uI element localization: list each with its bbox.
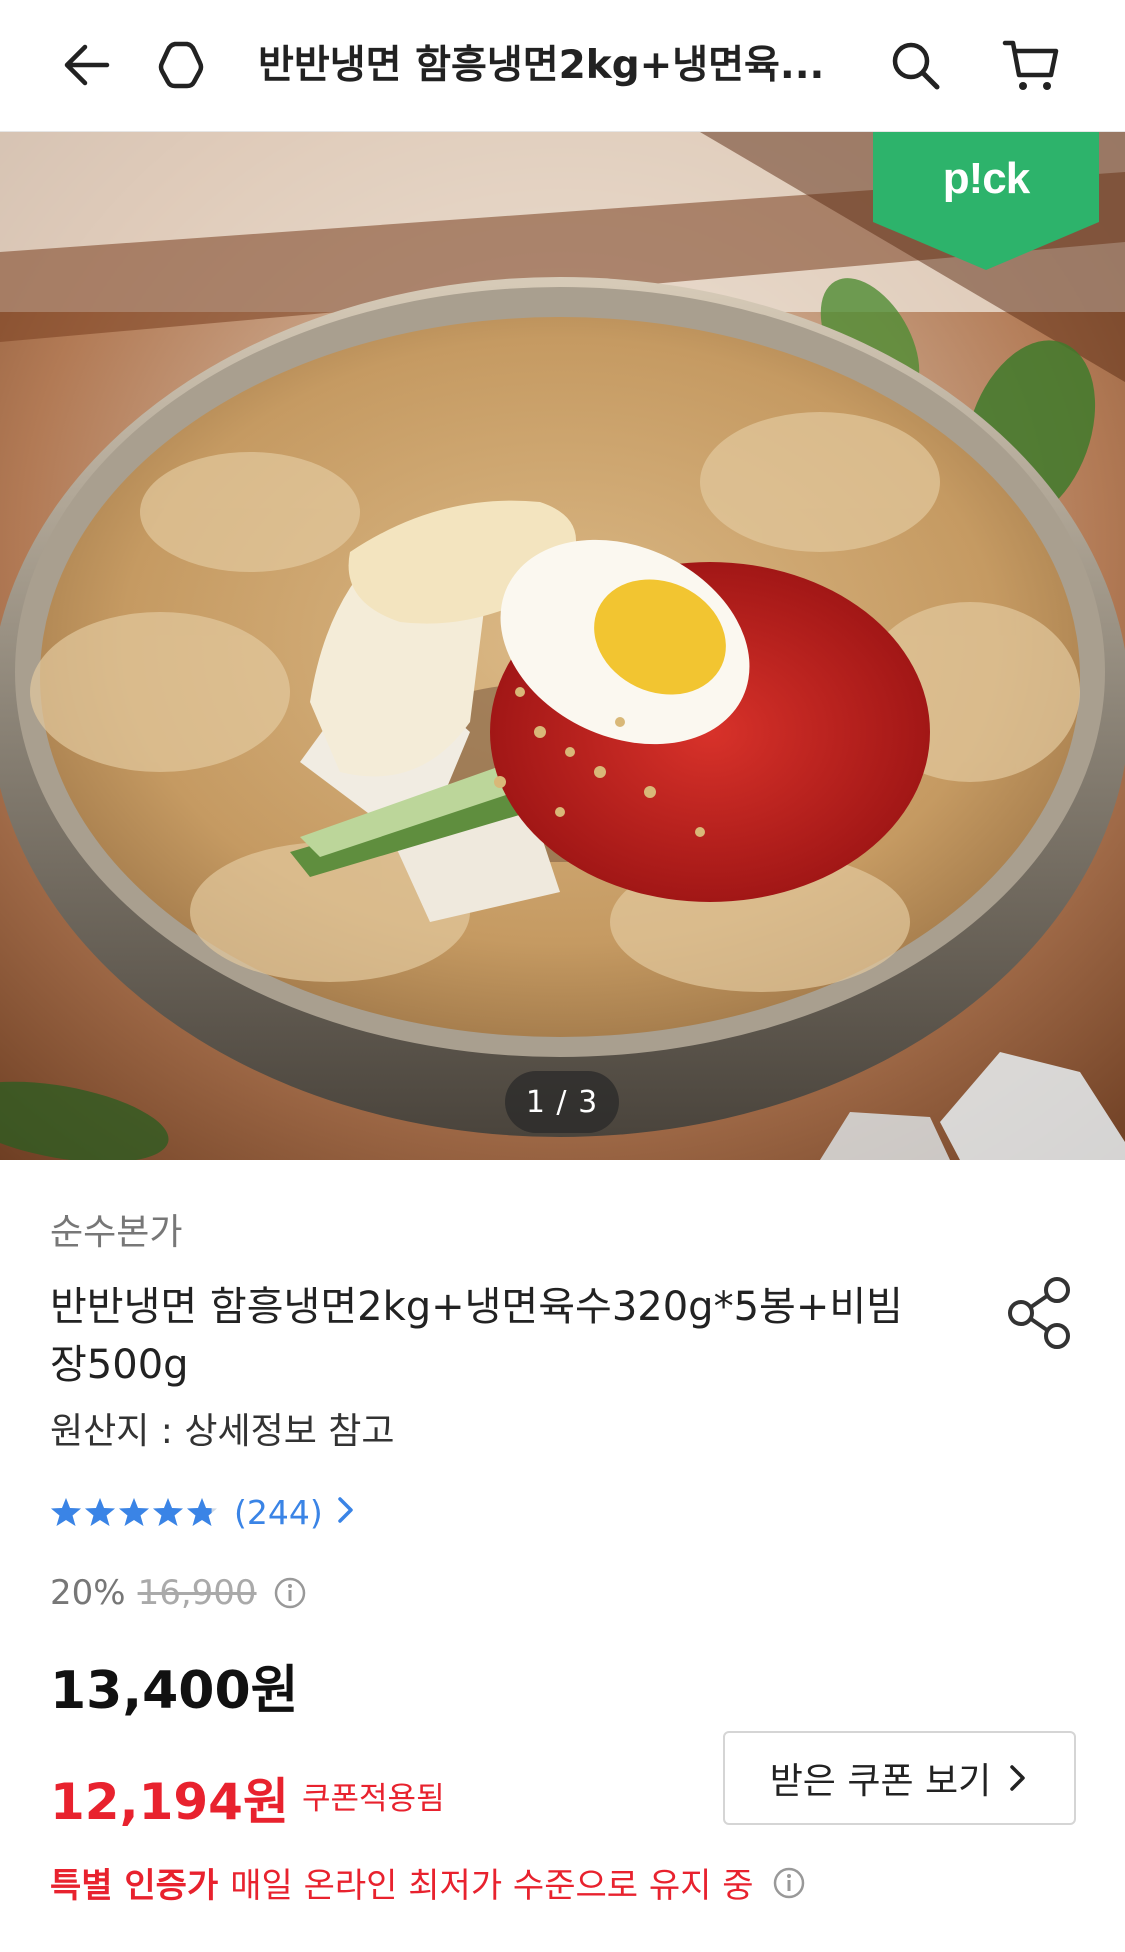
page-title: 반반냉면 함흥냉면2kg+냉면육... xyxy=(258,43,825,88)
star-rating xyxy=(50,1496,218,1528)
view-coupons-button[interactable]: 받은 쿠폰 보기 xyxy=(723,1731,1076,1825)
review-count[interactable]: (244) xyxy=(234,1493,323,1532)
special-price-label: 특별 인증가 xyxy=(50,1866,219,1906)
image-pager: 1 / 3 xyxy=(505,1071,619,1133)
cart-icon xyxy=(1002,40,1059,90)
coupon-price: 12,194원 xyxy=(50,1773,289,1831)
star-icon xyxy=(85,1498,115,1526)
star-icon xyxy=(153,1498,183,1526)
view-coupons-label: 받은 쿠폰 보기 xyxy=(769,1761,992,1802)
origin-info: 원산지 : 상세정보 참고 xyxy=(50,1411,395,1452)
product-title: 반반냉면 함흥냉면2kg+냉면육수320g*5봉+비빔장500g xyxy=(50,1284,903,1388)
star-icon xyxy=(51,1498,81,1526)
home-button[interactable] xyxy=(146,30,216,100)
info-icon[interactable] xyxy=(273,1576,307,1610)
share-icon xyxy=(1008,1277,1070,1349)
product-image-carousel[interactable]: p!ck 1 / 3 xyxy=(0,132,1125,1160)
original-price-row: 20% 16,900 xyxy=(50,1573,307,1613)
discount-rate: 20% xyxy=(50,1573,126,1613)
search-icon xyxy=(892,42,940,90)
arrow-left-icon xyxy=(64,44,110,86)
original-price: 16,900 xyxy=(137,1573,257,1613)
sale-price: 13,400원 xyxy=(50,1661,299,1721)
star-icon xyxy=(119,1498,149,1526)
share-button[interactable] xyxy=(1000,1273,1080,1353)
home-icon xyxy=(158,41,204,89)
brand-name[interactable]: 순수본가 xyxy=(50,1203,182,1255)
cart-button[interactable] xyxy=(996,30,1066,100)
info-icon[interactable] xyxy=(772,1866,806,1900)
chevron-right-icon xyxy=(335,1494,357,1530)
rating-row[interactable]: (244) xyxy=(50,1487,357,1537)
lowest-price-guarantee: 특별 인증가 매일 온라인 최저가 수준으로 유지 중 xyxy=(50,1858,806,1907)
star-icon xyxy=(187,1498,217,1526)
chevron-right-icon xyxy=(1007,1761,1029,1795)
lowest-price-text: 매일 온라인 최저가 수준으로 유지 중 xyxy=(230,1866,754,1906)
top-app-bar: 반반냉면 함흥냉면2kg+냉면육... xyxy=(0,0,1125,132)
search-button[interactable] xyxy=(880,30,950,100)
pick-badge-text: p!ck xyxy=(942,154,1030,203)
pick-badge: p!ck xyxy=(873,132,1099,270)
product-photo-naengmyeon xyxy=(0,132,1125,1160)
coupon-applied-label: 쿠폰적용됨 xyxy=(302,1781,445,1817)
back-button[interactable] xyxy=(52,30,122,100)
